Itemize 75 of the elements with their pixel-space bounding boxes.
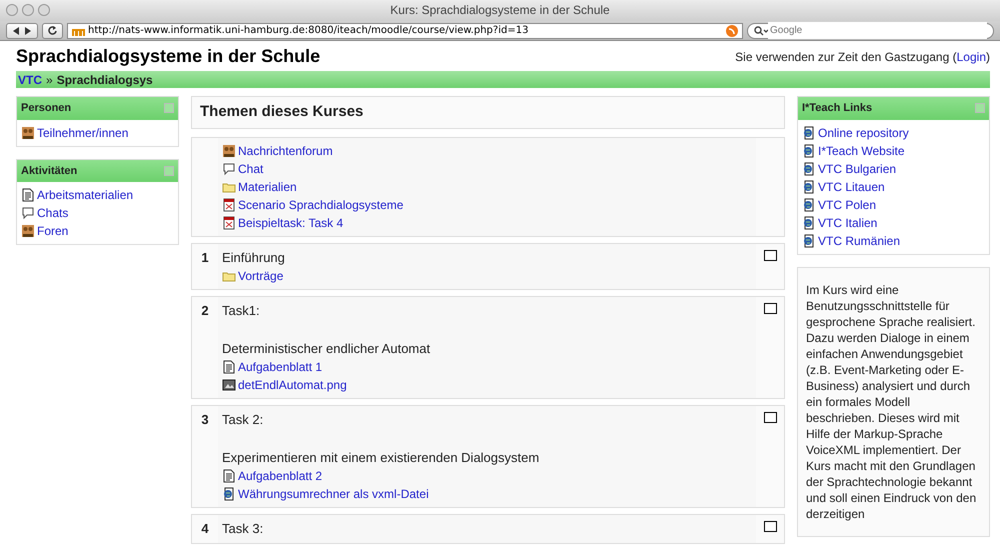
activity-link[interactable]: Scenario Sprachdialogsysteme [238,196,404,214]
activity-link[interactable]: Online repository [818,124,909,142]
globe-document-icon [802,180,816,194]
image-file-icon [222,378,236,392]
breadcrumb-current: Sprachdialogsys [56,72,153,88]
section-summary: Experimentieren mit einem existierenden Dialogsystem [222,448,540,467]
block-title: Aktivitäten [21,164,78,178]
back-forward-button[interactable] [6,22,38,38]
people-icon [21,126,35,140]
block-title: Personen [21,101,72,116]
activity-link[interactable]: Aufgabenblatt 1 [238,358,322,376]
section-heading: Themen dieses Kurses [200,102,364,122]
speech-bubble-icon [222,162,236,176]
globe-document-icon [802,126,816,140]
section-title: Task1: [222,302,261,320]
activity-link[interactable]: I*Teach Website [818,142,904,160]
document-icon [21,188,35,202]
activity-link[interactable]: VTC Bulgarien [818,160,896,178]
pdf-file-icon [222,198,236,212]
activity-link[interactable]: Chat [238,160,264,178]
globe-document-icon [802,144,816,158]
activity-link[interactable]: VTC Polen [818,196,876,214]
rss-icon [726,24,738,36]
highlight-checkbox[interactable] [764,521,776,532]
reload-icon [48,26,57,35]
section-title: Einführung [222,248,286,267]
activity-link[interactable]: Vorträge [238,267,284,285]
people-icon [21,224,35,238]
block-title: I*Teach Links [802,101,872,116]
globe-document-icon [802,162,816,176]
activity-link[interactable]: VTC Rumänien [818,232,900,250]
activity-link[interactable]: Arbeitsmaterialien [37,186,134,204]
globe-document-icon [802,216,816,230]
address-field[interactable]: http://nats-www.informatik.uni-hamburg.de:8080/iteach/moodle/course/view.php?id=13 [67,22,743,38]
page-title: Sprachdialogsysteme in der Schule [16,46,320,68]
globe-document-icon [222,487,236,501]
course-description: Im Kurs wird eine Benutzungsschnittstelle für gesprochene Sprache realisiert. Dazu werden Dialoge in einem einfachen Anwendungsgebiet (z.B. Event-Marketing oder E-Business) analysiert und durch ein formales Modell beschrieben. Dieses wird mit Hilfe der Markup-Sprache VoiceXML implementiert. Der Kurs macht mit den Grundlagen der Sprachtechnologie bekannt und soll einen Eindruck von den derzeitigen [797,266,990,536]
pdf-file-icon [222,216,236,230]
activity-link[interactable]: Materialien [238,178,297,196]
activity-link[interactable]: VTC Litauen [818,178,885,196]
search-field[interactable]: Google [747,22,994,38]
section-number: 3 [200,411,210,429]
search-icon [754,26,768,36]
section-number: 4 [200,520,210,538]
activity-link[interactable]: VTC Italien [818,214,878,232]
reload-button[interactable] [42,22,63,38]
activity-link[interactable]: Chats [37,204,68,222]
section-summary: Deterministischer endlicher Automat [222,340,432,358]
activity-link[interactable]: Beispieltask: Task 4 [238,214,344,232]
activity-link[interactable]: Nachrichtenforum [238,142,333,160]
activity-link[interactable]: detEndlAutomat.png [238,376,347,394]
highlight-checkbox[interactable] [764,250,776,260]
document-icon [222,469,236,483]
highlight-checkbox[interactable] [764,412,776,423]
globe-document-icon [802,234,816,248]
section-title: Task 3: [222,520,264,538]
people-icon [222,144,236,158]
breadcrumb-separator: » [46,72,53,88]
activity-link[interactable]: Foren [37,222,68,240]
breadcrumb-link[interactable]: VTC [18,70,42,88]
speech-bubble-icon [21,206,35,220]
section-number: 1 [200,248,210,266]
activity-link[interactable]: Aufgabenblatt 2 [238,467,322,485]
activity-link[interactable]: Teilnehmer/innen [37,124,128,142]
highlight-checkbox[interactable] [764,303,776,314]
activity-link[interactable]: Währungsumrechner als vxml-Datei [238,485,429,503]
login-link[interactable]: Login [956,50,986,64]
window-title: Kurs: Sprachdialogsysteme in der Schule [390,3,610,17]
forward-icon [24,26,32,34]
section-number: 2 [200,302,210,320]
login-status: Sie verwenden zur Zeit den Gastzugang (Login) [735,49,990,66]
globe-document-icon [802,198,816,212]
section-title: Task 2: [222,411,264,429]
back-icon [12,26,20,34]
document-icon [222,360,236,374]
